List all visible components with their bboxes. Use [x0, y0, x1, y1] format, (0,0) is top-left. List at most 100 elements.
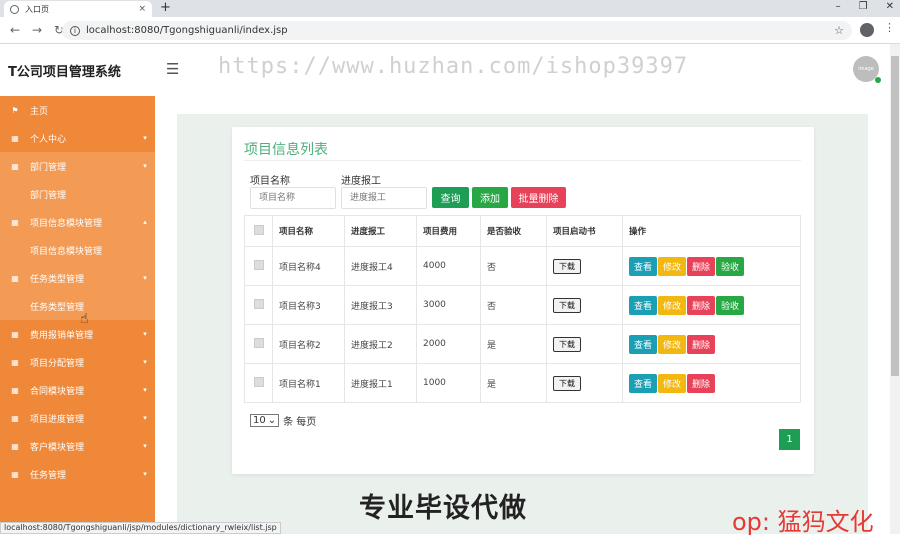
page-size-value: 10 [253, 415, 266, 426]
accept-button[interactable]: 验收 [716, 295, 745, 315]
edit-button[interactable]: 修改 [658, 295, 687, 315]
row-checkbox[interactable] [253, 298, 264, 309]
caret-down-icon: ▾ [143, 134, 147, 142]
app-header: T公司项目管理系统 ☰ https://www.huzhan.com/ishop… [0, 44, 890, 96]
select-all-checkbox[interactable] [253, 224, 264, 235]
row-select-cell [244, 285, 273, 325]
col-header-startdoc: 项目启动书 [546, 215, 623, 247]
accept-button[interactable]: 验收 [716, 256, 745, 276]
forward-icon[interactable]: → [30, 23, 44, 37]
edit-button[interactable]: 修改 [658, 256, 687, 276]
sidebar-subitem-department[interactable]: 部门管理 [0, 180, 155, 208]
table-row: 项目名称3 进度报工3 3000 否 下载 查看 修改 删除 验收 [244, 285, 801, 325]
hamburger-icon[interactable]: ☰ [166, 60, 179, 78]
delete-button[interactable]: 删除 [687, 334, 716, 354]
grid-icon: ▦ [11, 469, 19, 479]
sidebar-item-profile[interactable]: ▦ 个人中心 ▾ [0, 124, 155, 152]
add-button[interactable]: 添加 [472, 187, 508, 208]
new-tab-button[interactable]: + [160, 0, 171, 16]
cell-progress: 进度报工2 [344, 324, 417, 364]
view-button[interactable]: 查看 [629, 295, 658, 315]
status-bar-url: localhost:8080/Tgongshiguanli/jsp/module… [0, 522, 281, 534]
sidebar-item-project-info[interactable]: ▦ 项目信息模块管理 ▴ [0, 208, 155, 236]
edit-button[interactable]: 修改 [658, 334, 687, 354]
restore-icon[interactable]: ❐ [859, 0, 868, 14]
close-tab-icon[interactable]: × [138, 4, 146, 14]
menu-icon[interactable]: ⋮ [884, 21, 895, 34]
row-select-cell [244, 324, 273, 364]
sidebar: ⚑ 主页 ▦ 个人中心 ▾ ▦ 部门管理 ▾ 部门管理 ▦ 项目信息模块管理 ▴… [0, 96, 155, 534]
edit-button[interactable]: 修改 [658, 373, 687, 393]
sidebar-item-department[interactable]: ▦ 部门管理 ▾ [0, 152, 155, 180]
caret-up-icon: ▴ [143, 218, 147, 226]
caret-down-icon: ▾ [143, 162, 147, 170]
tab-title: 入口页 [25, 4, 49, 14]
caret-down-icon: ▾ [143, 386, 147, 394]
view-button[interactable]: 查看 [629, 256, 658, 276]
page-scrollbar[interactable] [890, 44, 900, 534]
batch-delete-button[interactable]: 批量删除 [511, 187, 566, 208]
progress-filter-input[interactable] [341, 187, 427, 209]
cell-startdoc: 下载 [546, 324, 623, 364]
cell-name: 项目名称2 [272, 324, 345, 364]
download-button[interactable]: 下载 [553, 375, 581, 391]
title-divider [244, 160, 801, 161]
profile-icon[interactable] [860, 23, 874, 37]
cell-cost: 1000 [416, 363, 481, 403]
grid-icon: ▦ [11, 357, 19, 367]
download-button[interactable]: 下载 [553, 297, 581, 313]
sidebar-item-task-type[interactable]: ▦ 任务类型管理 ▾ [0, 264, 155, 292]
address-bar: ← → ↻ i localhost:8080/Tgongshiguanli/in… [0, 17, 900, 44]
delete-button[interactable]: 删除 [687, 373, 716, 393]
sidebar-item-progress[interactable]: ▦ 项目进度管理 ▾ [0, 404, 155, 432]
row-checkbox[interactable] [253, 337, 264, 348]
sidebar-item-customer[interactable]: ▦ 客户模块管理 ▾ [0, 432, 155, 460]
page-size-suffix: 条 每页 [283, 417, 317, 428]
page-size-select[interactable]: 10 ⌄ [250, 414, 280, 427]
grid-icon: ▦ [11, 413, 19, 423]
sidebar-subitem-project-info[interactable]: 项目信息模块管理 [0, 236, 155, 264]
info-icon[interactable]: i [70, 25, 80, 36]
view-button[interactable]: 查看 [629, 334, 658, 354]
search-button[interactable]: 查询 [432, 187, 469, 208]
close-window-icon[interactable]: ✕ [886, 0, 894, 14]
sidebar-item-expense[interactable]: ▦ 费用报销单管理 ▾ [0, 320, 155, 348]
sidebar-item-contract[interactable]: ▦ 合同模块管理 ▾ [0, 376, 155, 404]
row-checkbox[interactable] [253, 376, 264, 387]
cell-startdoc: 下载 [546, 363, 623, 403]
row-checkbox[interactable] [253, 259, 264, 270]
cell-accepted: 否 [480, 246, 547, 286]
back-icon[interactable]: ← [8, 23, 22, 37]
download-button[interactable]: 下载 [553, 258, 581, 274]
grid-icon: ▦ [11, 217, 19, 227]
delete-button[interactable]: 删除 [687, 256, 716, 276]
scrollbar-thumb[interactable] [891, 56, 899, 376]
globe-icon [10, 4, 19, 14]
sidebar-item-home[interactable]: ⚑ 主页 [0, 96, 155, 124]
name-filter-input[interactable] [250, 187, 336, 209]
browser-tab[interactable]: 入口页 × [4, 1, 152, 17]
col-header-cost: 项目费用 [416, 215, 481, 247]
delete-button[interactable]: 删除 [687, 295, 716, 315]
cell-cost: 2000 [416, 324, 481, 364]
online-status-dot [875, 77, 881, 83]
pointer-cursor-icon: ☝ [80, 311, 89, 327]
sidebar-item-task[interactable]: ▦ 任务管理 ▾ [0, 460, 155, 488]
sidebar-item-assignment[interactable]: ▦ 项目分配管理 ▾ [0, 348, 155, 376]
cell-progress: 进度报工3 [344, 285, 417, 325]
cell-accepted: 否 [480, 285, 547, 325]
minimize-icon[interactable]: – [836, 0, 841, 14]
cell-accepted: 是 [480, 363, 547, 403]
download-button[interactable]: 下载 [553, 336, 581, 352]
table-header-row: 项目名称 进度报工 项目费用 是否验收 项目启动书 操作 [244, 215, 801, 247]
cell-name: 项目名称1 [272, 363, 345, 403]
url-field[interactable]: i localhost:8080/Tgongshiguanli/index.js… [62, 21, 852, 40]
page-number-button[interactable]: 1 [779, 429, 800, 450]
table-row: 项目名称4 进度报工4 4000 否 下载 查看 修改 删除 验收 [244, 246, 801, 286]
star-icon[interactable]: ☆ [834, 24, 844, 37]
cell-cost: 4000 [416, 246, 481, 286]
view-button[interactable]: 查看 [629, 373, 658, 393]
project-list-card: 项目信息列表 项目名称 进度报工 查询 添加 批量删除 项目名称 进度报工 项目… [232, 127, 814, 474]
page-size-control: 10 ⌄ 条 每页 [250, 413, 316, 428]
sidebar-subitem-task-type[interactable]: 任务类型管理 [0, 292, 155, 320]
